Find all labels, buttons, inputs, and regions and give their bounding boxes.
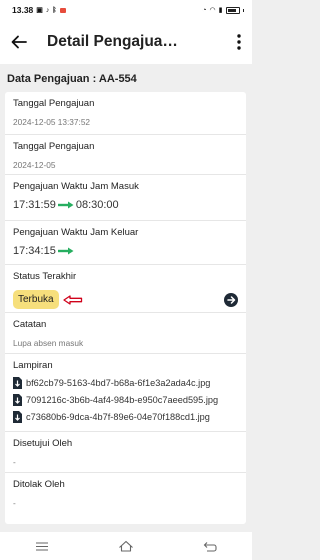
field-disetujui-oleh: Disetujui Oleh - — [5, 432, 246, 473]
attachment-item[interactable]: bf62cb79-5163-4bd7-b68a-6f1e3a2ada4c.jpg — [13, 377, 238, 389]
field-catatan: Catatan Lupa absen masuk — [5, 313, 246, 354]
clock: 13.38 — [12, 5, 34, 15]
time-change: 17:34:15 — [13, 245, 238, 257]
battery-icon — [225, 6, 240, 14]
notification-badge — [59, 7, 66, 13]
field-label: Pengajuan Waktu Jam Masuk — [13, 181, 139, 192]
field-label: Disetujui Oleh — [13, 438, 73, 449]
pointer-arrow-icon — [62, 294, 82, 305]
more-options-button[interactable] — [234, 33, 244, 51]
home-icon — [119, 540, 133, 552]
file-download-icon — [13, 411, 22, 423]
time-from: 17:34:15 — [13, 245, 56, 257]
field-label: Pengajuan Waktu Jam Keluar — [13, 227, 139, 238]
recent-apps-button[interactable] — [31, 539, 53, 553]
attachment-item[interactable]: c73680b6-9dca-4b7f-89e6-04e70f188cd1.jpg — [13, 411, 238, 423]
field-ditolak-oleh: Ditolak Oleh - — [5, 473, 246, 513]
field-value: 2024-12-05 — [13, 160, 56, 170]
status-badge: Terbuka — [13, 290, 59, 309]
arrow-right-icon — [57, 201, 74, 209]
arrow-left-icon — [11, 35, 27, 49]
time-change: 17:31:59 08:30:00 — [13, 199, 238, 211]
field-value: Lupa absen masuk — [13, 338, 84, 348]
field-lampiran: Lampiran bf62cb79-5163-4bd7-b68a-6f1e3a2… — [5, 354, 246, 432]
system-nav-bar — [0, 532, 252, 560]
gallery-icon: ▣ — [36, 6, 43, 14]
more-vert-icon — [237, 34, 241, 50]
back-nav-button[interactable] — [199, 539, 221, 553]
time-to: 08:30:00 — [75, 199, 119, 211]
status-line: Terbuka — [13, 290, 238, 309]
field-tanggal-pengajuan-date: Tanggal Pengajuan 2024-12-05 — [5, 135, 246, 175]
status-right: ◔ ◠ ▮ — [202, 6, 244, 14]
back-button[interactable] — [10, 33, 28, 51]
alarm-icon: ◔ — [202, 6, 207, 14]
attachment-item[interactable]: 7091216c-3b6b-4af4-984b-e950c7aeed595.jp… — [13, 394, 238, 406]
status-bar: 13.38 ▣ ♪ ᛒ ◔ ◠ ▮ — [0, 0, 252, 20]
signal-icon: ▮ — [218, 6, 223, 14]
field-jam-keluar: Pengajuan Waktu Jam Keluar 17:34:15 — [5, 221, 246, 265]
menu-icon — [36, 541, 48, 551]
field-value: - — [13, 457, 16, 467]
app-bar: Detail Pengajua… — [0, 20, 252, 64]
field-tanggal-pengajuan: Tanggal Pengajuan 2024-12-05 13:37:52 — [5, 92, 246, 135]
status-left: 13.38 ▣ ♪ ᛒ — [12, 5, 66, 15]
file-download-icon — [13, 394, 22, 406]
tiktok-icon: ♪ — [45, 6, 50, 14]
attachment-filename: c73680b6-9dca-4b7f-89e6-04e70f188cd1.jpg — [26, 412, 210, 422]
attachment-filename: 7091216c-3b6b-4af4-984b-e950c7aeed595.jp… — [26, 395, 219, 405]
wifi-icon: ◠ — [209, 6, 216, 14]
home-button[interactable] — [115, 539, 137, 553]
section-title: Data Pengajuan : AA-554 — [7, 73, 137, 85]
field-label: Status Terakhir — [13, 271, 77, 282]
time-from: 17:31:59 — [13, 199, 56, 211]
arrow-right-circle-icon — [226, 295, 235, 304]
detail-card: Tanggal Pengajuan 2024-12-05 13:37:52 Ta… — [5, 92, 246, 524]
field-jam-masuk: Pengajuan Waktu Jam Masuk 17:31:59 08:30… — [5, 175, 246, 221]
field-label: Lampiran — [13, 360, 53, 371]
field-label: Tanggal Pengajuan — [13, 141, 95, 152]
bluetooth-icon: ᛒ — [52, 6, 57, 14]
page-title: Detail Pengajua… — [47, 33, 178, 50]
status-detail-button[interactable] — [224, 292, 238, 307]
field-label: Ditolak Oleh — [13, 479, 65, 490]
attachment-filename: bf62cb79-5163-4bd7-b68a-6f1e3a2ada4c.jpg — [26, 378, 211, 388]
field-label: Tanggal Pengajuan — [13, 98, 95, 109]
battery-tip — [242, 8, 244, 12]
field-value: - — [13, 498, 16, 508]
field-status-terakhir: Status Terakhir Terbuka — [5, 265, 246, 313]
file-download-icon — [13, 377, 22, 389]
arrow-right-icon — [57, 247, 74, 255]
return-icon — [203, 541, 217, 552]
field-label: Catatan — [13, 319, 47, 330]
field-value: 2024-12-05 13:37:52 — [13, 117, 91, 127]
